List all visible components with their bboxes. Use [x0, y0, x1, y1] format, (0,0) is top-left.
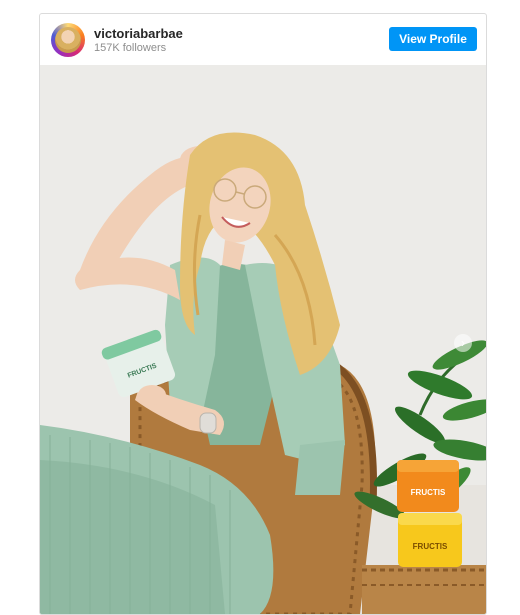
view-profile-button[interactable]: View Profile	[389, 27, 477, 51]
post-photo[interactable]: FRUCTIS FRUCTIS FRUCTIS ›	[40, 65, 486, 614]
chevron-right-icon[interactable]: ›	[454, 334, 472, 352]
jar-top-label: FRUCTIS	[411, 488, 446, 497]
follower-count: 157K followers	[94, 42, 167, 54]
jar-bottom-label: FRUCTIS	[413, 542, 448, 551]
username[interactable]: victoriabarbae	[94, 26, 183, 41]
side-table	[362, 565, 486, 614]
profile-avatar[interactable]	[51, 23, 85, 57]
post-header: victoriabarbae 157K followers View Profi…	[40, 14, 486, 65]
avatar-image	[55, 27, 81, 53]
product-jar-orange: FRUCTIS	[397, 460, 459, 512]
instagram-embed-card: victoriabarbae 157K followers View Profi…	[39, 13, 487, 615]
product-jar-yellow: FRUCTIS	[398, 513, 462, 567]
photo-illustration: FRUCTIS FRUCTIS FRUCTIS	[40, 65, 486, 614]
